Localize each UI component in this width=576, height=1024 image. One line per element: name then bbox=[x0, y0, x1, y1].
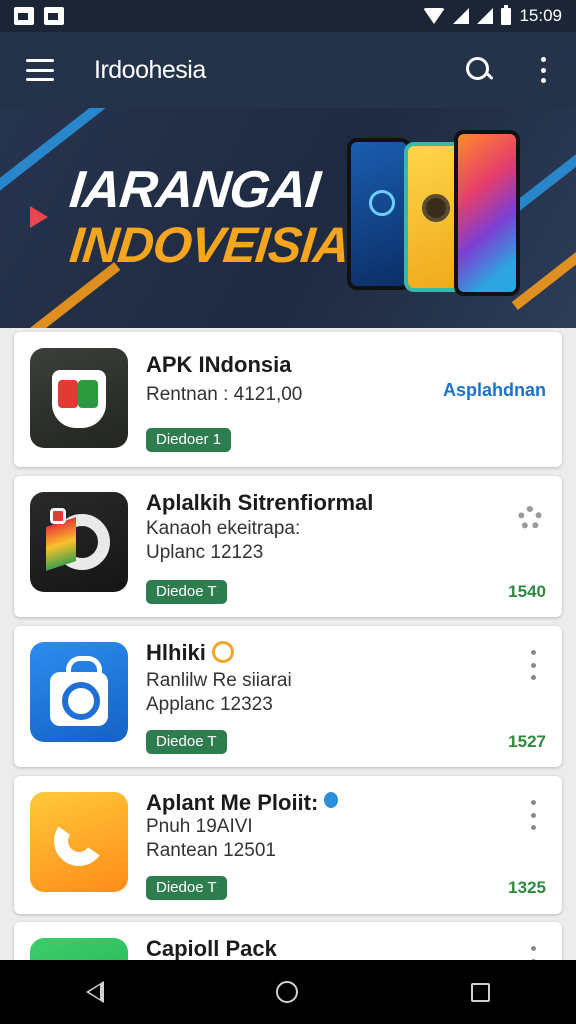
app-title: Hlhiki bbox=[146, 640, 234, 666]
app-info: Rentnan : 4121,00 bbox=[146, 384, 303, 405]
verified-icon bbox=[324, 792, 339, 808]
app-number: 1325 bbox=[508, 878, 546, 897]
app-title: Capioll Pack bbox=[146, 936, 277, 961]
maps-app-icon bbox=[30, 492, 128, 592]
download-notification-icon bbox=[44, 7, 64, 25]
recent-apps-icon[interactable] bbox=[470, 982, 490, 1002]
apk-app-icon bbox=[30, 348, 128, 448]
app-title: Aplalkih Sitrenfiormal bbox=[146, 490, 374, 515]
phone-illustration bbox=[347, 138, 411, 290]
signal-icon bbox=[453, 8, 470, 24]
app-badge: Diedoe T bbox=[146, 730, 227, 754]
phone-app-icon bbox=[30, 792, 128, 892]
home-icon[interactable] bbox=[276, 981, 299, 1003]
app-info: Pnuh 19AIVI bbox=[146, 816, 253, 837]
phone-illustration bbox=[454, 130, 520, 296]
wifi-icon bbox=[423, 8, 446, 24]
system-nav-bar bbox=[0, 960, 576, 1024]
back-icon[interactable] bbox=[86, 981, 105, 1003]
search-icon[interactable] bbox=[464, 55, 494, 85]
settings-gear-icon[interactable] bbox=[518, 506, 542, 530]
image-notification-icon bbox=[14, 7, 34, 25]
warning-icon bbox=[211, 641, 234, 663]
app-badge: Diedoe T bbox=[146, 580, 227, 604]
banner-subtitle: INDOVEISIA bbox=[67, 217, 352, 273]
promo-banner[interactable]: IARANGAI INDOVEISIA bbox=[0, 108, 576, 328]
app-card[interactable]: Aplalkih Sitrenfiormal Kanaoh ekeitrapa:… bbox=[14, 476, 562, 617]
app-info: Kanaoh ekeitrapa: bbox=[146, 518, 301, 539]
app-title: Irdoohesia bbox=[94, 55, 206, 84]
app-badge: Diedoer 1 bbox=[146, 428, 232, 452]
app-title: Aplant Me Ploiit: bbox=[146, 790, 339, 816]
signal-icon-2 bbox=[477, 8, 494, 24]
menu-icon[interactable] bbox=[26, 59, 54, 81]
lock-app-icon bbox=[30, 642, 128, 742]
app-badge: Diedoe T bbox=[146, 876, 227, 900]
battery-icon bbox=[501, 4, 512, 25]
app-card[interactable]: Aplant Me Ploiit: Pnuh 19AIVI Rantean 12… bbox=[14, 776, 562, 914]
app-bar: Irdoohesia bbox=[0, 32, 576, 108]
app-card[interactable]: Hlhiki Ranlilw Re siiarai Applanc 12323 … bbox=[14, 626, 562, 767]
banner-title: IARANGAI bbox=[66, 161, 323, 219]
more-options-icon[interactable] bbox=[540, 57, 546, 83]
app-title: APK INdonsia bbox=[146, 352, 292, 377]
app-info: Uplanc 12123 bbox=[146, 542, 264, 563]
app-action-link[interactable]: Asplahdnan bbox=[443, 380, 546, 401]
play-icon bbox=[30, 206, 48, 228]
banner-stripe bbox=[511, 215, 576, 311]
app-info: Applanc 12323 bbox=[146, 694, 273, 715]
app-info: Ranlilw Re siiarai bbox=[146, 670, 292, 691]
app-info: Rantean 12501 bbox=[146, 840, 276, 861]
status-bar: 15:09 bbox=[0, 0, 576, 32]
more-options-icon[interactable] bbox=[530, 800, 536, 830]
app-number: 1540 bbox=[508, 582, 546, 601]
app-number: 1527 bbox=[508, 732, 546, 751]
more-options-icon[interactable] bbox=[530, 650, 536, 680]
app-card[interactable]: APK INdonsia Rentnan : 4121,00 Diedoer 1… bbox=[14, 332, 562, 467]
status-time: 15:09 bbox=[519, 6, 562, 25]
